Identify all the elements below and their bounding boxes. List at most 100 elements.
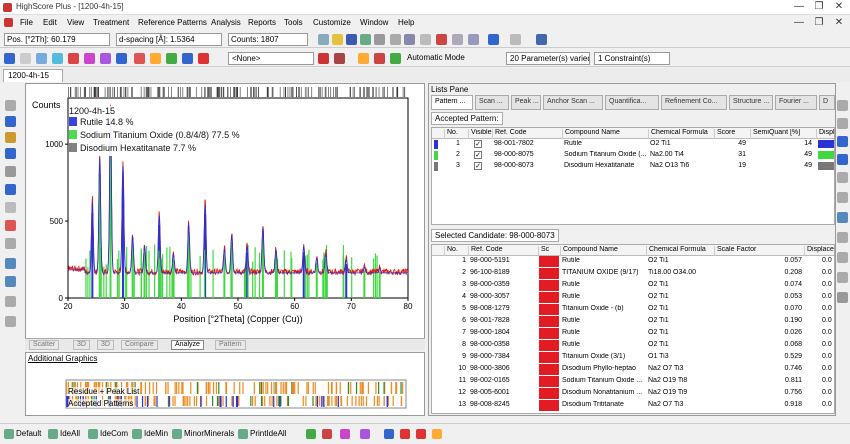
- candidate-row[interactable]: 1 98-000-5191 Rutile O2 Ti1 0.057 0.0: [432, 256, 834, 267]
- accepted-row[interactable]: 2 ✓ 98-000-8075 Sodium Titanium Oxide (... N…: [432, 150, 834, 161]
- candidate-row[interactable]: 9 98-000-7384 Titanium Oxide (3/1) O1 Ti3 0.…: [432, 352, 834, 363]
- r-zoom-icon[interactable]: [837, 118, 848, 129]
- candidate-row[interactable]: 11 98-002-0165 Sodium Titanium Oxide ... Na…: [432, 376, 834, 387]
- accepted-row[interactable]: 1 ✓ 98-001-7802 Rutile O2 Ti1 49 14: [432, 139, 834, 150]
- candidate-row[interactable]: 13 98-008-8245 Disodium Trititanate Na2 O7 …: [432, 400, 834, 411]
- col-cand-compound[interactable]: Compound Name: [560, 246, 646, 256]
- clear-icon[interactable]: [334, 53, 345, 64]
- search-match-icon[interactable]: [166, 53, 177, 64]
- copy-icon[interactable]: [420, 34, 431, 45]
- col-cand-displacement[interactable]: Displacement [°2: [804, 246, 834, 256]
- doc-restore-button[interactable]: ❐: [810, 17, 828, 28]
- accept-icon[interactable]: [400, 429, 410, 439]
- fit-profile-icon[interactable]: [360, 429, 370, 439]
- pointer-tool-icon[interactable]: [5, 100, 16, 111]
- candidate-row[interactable]: 12 98-005-6001 Disodium Nonatitanium ... Na…: [432, 388, 834, 399]
- profile-icon[interactable]: [100, 53, 111, 64]
- color-icon[interactable]: [150, 53, 161, 64]
- r-ruler-icon[interactable]: [837, 272, 848, 283]
- menu-customize[interactable]: Customize: [313, 18, 351, 27]
- program-minorminerals[interactable]: MinorMinerals: [184, 429, 234, 438]
- menu-tools[interactable]: Tools: [284, 18, 303, 27]
- database-icon[interactable]: [536, 34, 547, 45]
- program-default[interactable]: Default: [16, 429, 41, 438]
- tab-analyze[interactable]: Analyze: [171, 340, 204, 350]
- accepted-icon[interactable]: [198, 53, 209, 64]
- report-run-icon[interactable]: [432, 429, 442, 439]
- report-icon[interactable]: [404, 34, 415, 45]
- col-cand-no[interactable]: No.: [444, 246, 468, 256]
- program-printideall[interactable]: PrintIdeAll: [250, 429, 286, 438]
- visible-checkbox[interactable]: ✓: [474, 162, 482, 170]
- menu-treatment[interactable]: Treatment: [93, 18, 129, 27]
- candidate-row[interactable]: 4 98-000-3057 Rutile O2 Ti1 0.053 0.0: [432, 292, 834, 303]
- col-ref-code[interactable]: Ref. Code: [492, 129, 562, 139]
- tab-peak-list[interactable]: Peak ...: [511, 95, 541, 110]
- auto-icon[interactable]: [390, 53, 401, 64]
- visible-checkbox[interactable]: ✓: [474, 151, 482, 159]
- tab-refinement-control[interactable]: Refinement Co...: [661, 95, 727, 110]
- active-tool-icon[interactable]: [5, 148, 16, 159]
- profile-dropdown[interactable]: <None>: [228, 52, 314, 65]
- candidates-icon[interactable]: [182, 53, 193, 64]
- col-visible[interactable]: Visible: [468, 129, 492, 139]
- col-compound-name[interactable]: Compound Name: [562, 129, 648, 139]
- menu-view[interactable]: View: [67, 18, 84, 27]
- refine-icon[interactable]: [358, 53, 369, 64]
- mode-dropdown[interactable]: Automatic Mode: [404, 52, 500, 65]
- menu-edit[interactable]: Edit: [43, 18, 57, 27]
- r-measure-icon[interactable]: [837, 192, 848, 203]
- program-idecom[interactable]: IdeCom: [100, 429, 128, 438]
- ruler-tool-icon[interactable]: [5, 296, 16, 307]
- cursor-icon[interactable]: [20, 53, 31, 64]
- tab-3d-b[interactable]: 3D: [97, 340, 114, 350]
- axis-tool-icon[interactable]: [5, 316, 16, 327]
- zoom-icon[interactable]: [4, 53, 15, 64]
- open-icon[interactable]: [332, 34, 343, 45]
- visible-checkbox[interactable]: ✓: [474, 140, 482, 148]
- menu-window[interactable]: Window: [360, 18, 388, 27]
- program-idemin[interactable]: IdeMin: [144, 429, 168, 438]
- save-icon[interactable]: [346, 34, 357, 45]
- r-find-icon[interactable]: [837, 154, 848, 165]
- eraser-tool-icon[interactable]: [5, 238, 16, 249]
- filter-icon[interactable]: [306, 429, 316, 439]
- col-no[interactable]: No.: [444, 129, 466, 139]
- tab-quantification[interactable]: Quantifica...: [605, 95, 659, 110]
- background-tool-icon[interactable]: [5, 202, 16, 213]
- tab-anchor-scan[interactable]: Anchor Scan ...: [543, 95, 603, 110]
- program-ideall[interactable]: IdeAll: [60, 429, 80, 438]
- r-tool-icon[interactable]: [837, 172, 848, 183]
- clipboard-icon[interactable]: [468, 34, 479, 45]
- accepted-row[interactable]: 3 ✓ 98-000-8073 Disodium Hexatitanate Na2 O1…: [432, 161, 834, 172]
- restore-button[interactable]: ❐: [810, 1, 828, 12]
- search-match-run-icon[interactable]: [384, 429, 394, 439]
- zoom-tool-icon[interactable]: [5, 116, 16, 127]
- col-chemical-formula[interactable]: Chemical Formula: [648, 129, 714, 139]
- peak-search-icon[interactable]: [322, 429, 332, 439]
- r-axis-icon[interactable]: [837, 232, 848, 243]
- stick-plot-icon[interactable]: [52, 53, 63, 64]
- menu-help[interactable]: Help: [398, 18, 414, 27]
- r-scale-icon[interactable]: [837, 252, 848, 263]
- residue-icon[interactable]: [116, 53, 127, 64]
- tab-structure[interactable]: Structure ...: [729, 95, 773, 110]
- pattern-icon[interactable]: [134, 53, 145, 64]
- candidate-row[interactable]: 3 98-000-0359 Rutile O2 Ti1 0.074 0.0: [432, 280, 834, 291]
- cut-icon[interactable]: [436, 34, 447, 45]
- peak-fit-icon[interactable]: [84, 53, 95, 64]
- redo-icon[interactable]: [510, 34, 521, 45]
- menu-analysis[interactable]: Analysis: [211, 18, 241, 27]
- document-tab[interactable]: 1200-4h-15: [3, 69, 63, 82]
- col-cand-score[interactable]: Sc: [538, 246, 560, 256]
- doc-close-button[interactable]: ✕: [830, 17, 848, 28]
- stop-icon[interactable]: [374, 53, 385, 64]
- refine-run-icon[interactable]: [416, 429, 426, 439]
- col-cand-ref-code[interactable]: Ref. Code: [468, 246, 538, 256]
- candidate-row[interactable]: 7 98-000-1804 Rutile O2 Ti1 0.026 0.0: [432, 328, 834, 339]
- peak-tool-icon[interactable]: [5, 132, 16, 143]
- tab-scan-list[interactable]: Scan ...: [475, 95, 509, 110]
- new-icon[interactable]: [318, 34, 329, 45]
- menu-reference-patterns[interactable]: Reference Patterns: [138, 18, 207, 27]
- candidate-row[interactable]: 2 96-100-8189 TITANIUM OXIDE (9/17) Ti18.00…: [432, 268, 834, 279]
